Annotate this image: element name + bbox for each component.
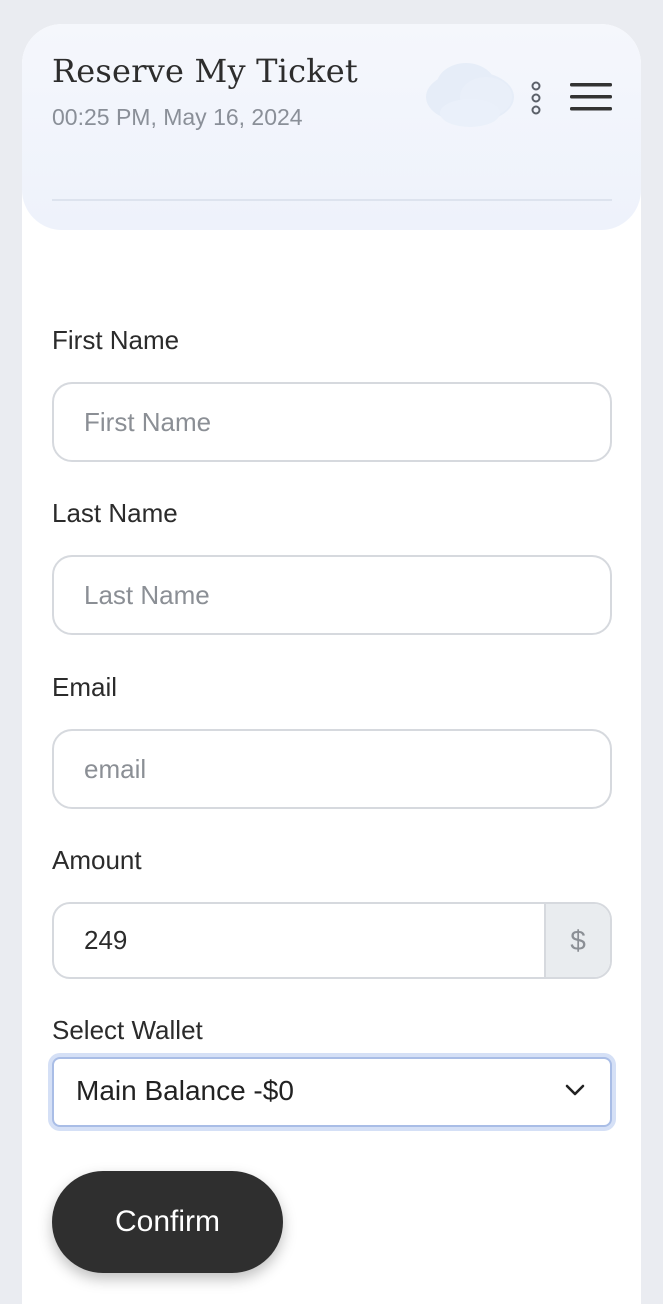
- email-field-wrapper: [52, 729, 612, 809]
- last-name-field-wrapper: [52, 555, 612, 635]
- email-input[interactable]: [54, 731, 610, 807]
- first-name-label: First Name: [52, 325, 180, 355]
- wallet-select[interactable]: Main Balance -$0: [52, 1057, 612, 1127]
- first-name-field-wrapper: [52, 382, 612, 462]
- hamburger-menu-icon[interactable]: [570, 80, 612, 114]
- page-title: Reserve My Ticket: [52, 52, 358, 90]
- last-name-label: Last Name: [52, 498, 178, 528]
- amount-input[interactable]: [54, 904, 546, 977]
- last-name-input[interactable]: [54, 557, 610, 633]
- kebab-menu-icon[interactable]: [526, 81, 546, 115]
- amount-input-group: $: [52, 902, 612, 979]
- currency-addon: $: [544, 904, 610, 977]
- chevron-down-icon: [564, 1079, 586, 1106]
- header: Reserve My Ticket 00:25 PM, May 16, 2024: [22, 24, 641, 230]
- wallet-selected-value: Main Balance -$0: [76, 1075, 294, 1106]
- header-divider: [52, 199, 612, 201]
- wallet-label: Select Wallet: [52, 1015, 203, 1045]
- first-name-input[interactable]: [54, 384, 610, 460]
- reserve-ticket-card: Reserve My Ticket 00:25 PM, May 16, 2024: [22, 24, 641, 1304]
- amount-label: Amount: [52, 845, 142, 875]
- header-datetime: 00:25 PM, May 16, 2024: [52, 104, 303, 130]
- email-label: Email: [52, 672, 118, 702]
- confirm-button[interactable]: Confirm: [52, 1171, 283, 1273]
- cloud-icon: [420, 57, 520, 138]
